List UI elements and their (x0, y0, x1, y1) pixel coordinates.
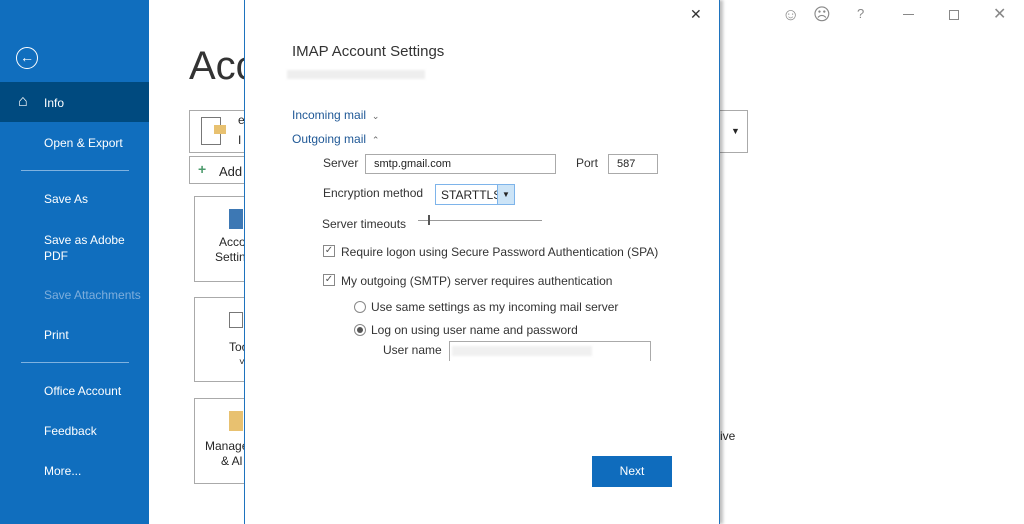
next-button[interactable]: Next (592, 456, 672, 487)
same-settings-radio[interactable] (354, 301, 366, 313)
timeout-slider-track[interactable] (418, 220, 542, 221)
imap-settings-dialog: ✕ IMAP Account Settings Incoming mail ⌄ … (244, 0, 720, 524)
timeouts-label: Server timeouts (322, 217, 407, 231)
same-settings-label: Use same settings as my incoming mail se… (371, 300, 619, 314)
outgoing-mail-toggle[interactable]: Outgoing mail ⌃ (292, 132, 379, 146)
sidebar-item-save-as[interactable]: Save As (44, 192, 88, 206)
frown-icon[interactable]: ☹ (813, 5, 831, 25)
username-input[interactable] (449, 341, 651, 361)
partial-text: ive (720, 429, 736, 443)
spa-label: Require logon using Secure Password Auth… (341, 245, 659, 259)
timeout-slider-thumb[interactable] (428, 215, 430, 225)
chevron-down-icon: ⌄ (369, 111, 380, 121)
encryption-value: STARTTLS (441, 188, 502, 202)
sidebar-item-more[interactable]: More... (44, 464, 81, 478)
chevron-up-icon: ⌃ (369, 135, 380, 145)
encryption-label: Encryption method (323, 186, 424, 200)
port-label: Port (576, 156, 599, 170)
close-dialog-icon[interactable]: ✕ (690, 6, 702, 23)
server-label: Server (323, 156, 359, 170)
logon-radio[interactable] (354, 324, 366, 336)
minimize-icon[interactable] (903, 14, 914, 15)
sidebar-item-print[interactable]: Print (44, 328, 69, 342)
dropdown-arrow-icon: ▼ (731, 126, 740, 136)
divider (21, 170, 129, 171)
incoming-mail-toggle[interactable]: Incoming mail ⌄ (292, 108, 379, 122)
add-account-button[interactable]: + Add (189, 156, 249, 184)
backstage-sidebar: ← ⌂ Info Open & Export Save As Save as A… (0, 0, 149, 524)
sidebar-item-info[interactable]: ⌂ Info (0, 82, 149, 122)
smtp-auth-label: My outgoing (SMTP) server requires authe… (341, 274, 613, 288)
sidebar-item-feedback[interactable]: Feedback (44, 424, 97, 438)
divider (21, 362, 129, 363)
server-input[interactable]: smtp.gmail.com (365, 154, 556, 174)
envelope-icon (214, 125, 226, 134)
incoming-mail-label: Incoming mail (292, 108, 367, 122)
outgoing-mail-label: Outgoing mail (292, 132, 367, 146)
maximize-icon[interactable] (949, 10, 959, 20)
account-settings-icon (229, 209, 243, 229)
sidebar-item-open-export[interactable]: Open & Export (44, 136, 123, 150)
back-button[interactable]: ← (16, 47, 38, 69)
tools-icon (229, 312, 243, 328)
sidebar-item-save-pdf[interactable]: Save as Adobe PDF (44, 232, 134, 264)
username-label: User name (383, 343, 442, 357)
add-account-label: Add (219, 164, 243, 179)
sidebar-item-save-attachments: Save Attachments (44, 288, 141, 302)
smile-icon[interactable]: ☺ (782, 5, 799, 25)
sidebar-item-label: Info (44, 96, 65, 110)
logon-label: Log on using user name and password (371, 323, 578, 337)
back-arrow-icon: ← (20, 49, 34, 65)
spa-checkbox[interactable]: ✓ (323, 245, 335, 257)
dropdown-arrow-icon: ▼ (497, 185, 514, 204)
help-icon[interactable]: ? (857, 6, 864, 21)
sidebar-item-office-account[interactable]: Office Account (44, 384, 121, 398)
home-icon: ⌂ (18, 93, 28, 110)
plus-icon: + (198, 161, 207, 177)
account-type: I (238, 133, 242, 147)
close-window-icon[interactable]: ✕ (993, 4, 1006, 24)
encryption-select[interactable]: STARTTLS ▼ (435, 184, 515, 205)
redacted-username (452, 346, 592, 356)
rules-alerts-icon (229, 411, 243, 431)
redacted-email (287, 70, 425, 79)
port-input[interactable]: 587 (608, 154, 658, 174)
smtp-auth-checkbox[interactable]: ✓ (323, 274, 335, 286)
dialog-title: IMAP Account Settings (292, 43, 445, 60)
